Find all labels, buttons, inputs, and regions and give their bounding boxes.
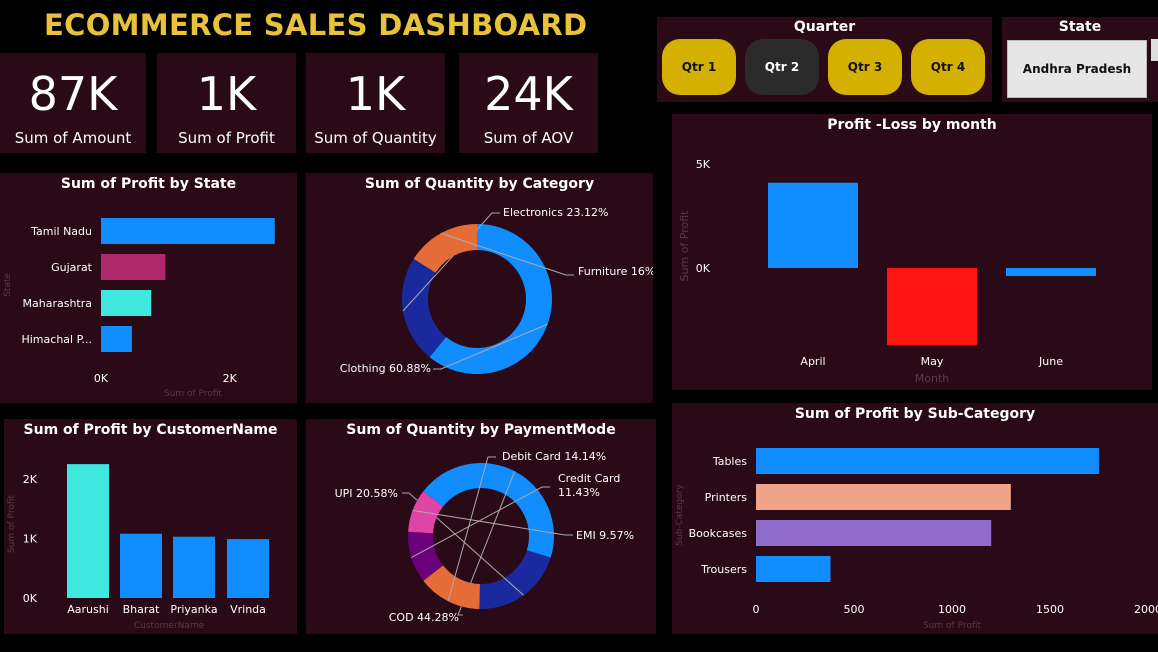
bar [756, 556, 831, 582]
x-tick-label: 1500 [1036, 603, 1064, 616]
bar [768, 182, 858, 268]
x-tick-label: 2K [223, 372, 238, 385]
x-tick-label: 0K [94, 372, 109, 385]
quarter-button-qtr2[interactable]: Qtr 2 [745, 39, 819, 95]
category-label: Himachal P... [21, 333, 92, 346]
data-label: EMI 9.57% [576, 529, 634, 542]
bar [101, 254, 166, 280]
category-label: Trousers [700, 563, 747, 576]
dashboard-title: ECOMMERCE SALES DASHBOARD [44, 8, 588, 42]
x-axis-label: CustomerName [134, 621, 205, 631]
donut-slice [402, 258, 447, 358]
donut-slice [423, 463, 554, 558]
bar [756, 484, 1011, 510]
bar [101, 290, 152, 316]
x-tick-label: 1000 [938, 603, 966, 616]
data-label: Furniture 16% [578, 265, 653, 278]
bar [120, 533, 162, 598]
category-label: Bharat [123, 603, 161, 616]
x-tick-label: 0 [753, 603, 760, 616]
category-label: Gujarat [51, 261, 93, 274]
bar [756, 448, 1099, 474]
category-label: April [800, 355, 825, 368]
panel-profit-by-state: Sum of Profit by State Tamil Nadu Gujarat… [0, 173, 297, 403]
category-label: Vrinda [230, 603, 266, 616]
data-label: Clothing 60.88% [340, 362, 431, 375]
y-tick-label: 1K [23, 533, 38, 546]
panel-quantity-by-payment: Sum of Quantity by PaymentMode COD 44.28… [306, 419, 656, 634]
x-tick-label: 500 [844, 603, 865, 616]
slicer-scrollbar[interactable] [1151, 39, 1158, 61]
data-label: Debit Card 14.14% [502, 450, 606, 463]
bar [227, 539, 269, 598]
panel-quantity-by-category: Sum of Quantity by Category Clothing 60.… [306, 173, 653, 403]
bar [101, 326, 132, 352]
y-axis-label: State [3, 273, 13, 297]
category-label: June [1038, 355, 1063, 368]
quantity-by-category-chart: Clothing 60.88% Electronics 23.12% Furnitu… [340, 206, 653, 375]
bar [887, 268, 977, 345]
quantity-by-payment-chart: COD 44.28% UPI 20.58% Debit Card 14.14% Cre… [335, 450, 635, 624]
quarter-button-qtr4[interactable]: Qtr 4 [911, 39, 985, 95]
quarter-button-qtr3[interactable]: Qtr 3 [828, 39, 902, 95]
y-tick-label: 5K [696, 158, 711, 171]
panel-profit-by-customer: Sum of Profit by CustomerName Aarushi Bha… [4, 419, 297, 634]
state-slicer: State Andhra Pradesh [1002, 17, 1158, 102]
y-axis-label: Sub-Category [675, 484, 685, 546]
bar [101, 218, 275, 244]
bar [67, 464, 109, 598]
y-axis-label: Sum of Profit [7, 495, 17, 554]
data-label: COD 44.28% [389, 611, 459, 624]
category-label: Aarushi [67, 603, 109, 616]
category-label: May [921, 355, 944, 368]
category-label: Printers [705, 491, 748, 504]
kpi-value: 24K [484, 67, 573, 121]
bar [173, 536, 215, 598]
kpi-card-profit[interactable]: 1K Sum of Profit [157, 53, 296, 153]
profit-by-subcategory-chart: Tables Printers Bookcases Trousers 0 500 1000 1… [675, 448, 1158, 631]
x-axis-label: Sum of Profit [923, 621, 982, 631]
kpi-label: Sum of Amount [14, 129, 132, 147]
state-dropdown[interactable]: Andhra Pradesh [1007, 40, 1147, 98]
kpi-label: Sum of Quantity [314, 129, 437, 147]
data-label: Electronics 23.12% [503, 206, 608, 219]
data-label: Credit Card [558, 472, 620, 485]
category-label: Bookcases [689, 527, 748, 540]
category-label: Maharashtra [23, 297, 93, 310]
kpi-value: 1K [196, 67, 257, 121]
category-label: Priyanka [170, 603, 217, 616]
y-axis-label: Sum of Profit [678, 210, 691, 282]
profit-loss-by-month-chart: April May June 5K 0K Month Sum of Profit [678, 158, 1096, 385]
kpi-card-quantity[interactable]: 1K Sum of Quantity [306, 53, 445, 153]
profit-by-state-chart: Tamil Nadu Gujarat Maharashtra Himachal P..… [3, 218, 275, 399]
y-tick-label: 0K [696, 262, 711, 275]
category-label: Tamil Nadu [30, 225, 92, 238]
donut-slice [479, 550, 551, 609]
kpi-value: 87K [28, 67, 118, 121]
panel-profit-loss-by-month: Profit -Loss by month April May June 5K 0K Mo… [672, 114, 1152, 390]
kpi-label: Sum of AOV [483, 129, 574, 147]
bar [756, 520, 992, 546]
kpi-card-amount[interactable]: 87K Sum of Amount [0, 53, 146, 153]
y-tick-label: 0K [23, 592, 38, 605]
y-tick-label: 2K [23, 473, 38, 486]
x-axis-label: Month [915, 372, 950, 385]
quarter-button-qtr1[interactable]: Qtr 1 [662, 39, 736, 95]
panel-profit-by-subcategory: Sum of Profit by Sub-Category Tables Prin… [672, 403, 1158, 634]
quarter-slicer: Quarter Qtr 1 Qtr 2 Qtr 3 Qtr 4 [657, 17, 992, 102]
category-label: Tables [712, 455, 747, 468]
kpi-label: Sum of Profit [178, 129, 275, 147]
x-tick-label: 2000 [1134, 603, 1158, 616]
data-label: 11.43% [558, 486, 600, 499]
kpi-card-aov[interactable]: 24K Sum of AOV [459, 53, 598, 153]
profit-by-customer-chart: Aarushi Bharat Priyanka Vrinda 0K 1K 2K Custome… [7, 464, 269, 631]
x-axis-label: Sum of Profit [164, 389, 223, 399]
quarter-slicer-title: Quarter [793, 19, 856, 35]
data-label: UPI 20.58% [335, 487, 398, 500]
kpi-value: 1K [345, 67, 406, 121]
state-slicer-title: State [1058, 19, 1102, 35]
bar [1006, 268, 1096, 276]
